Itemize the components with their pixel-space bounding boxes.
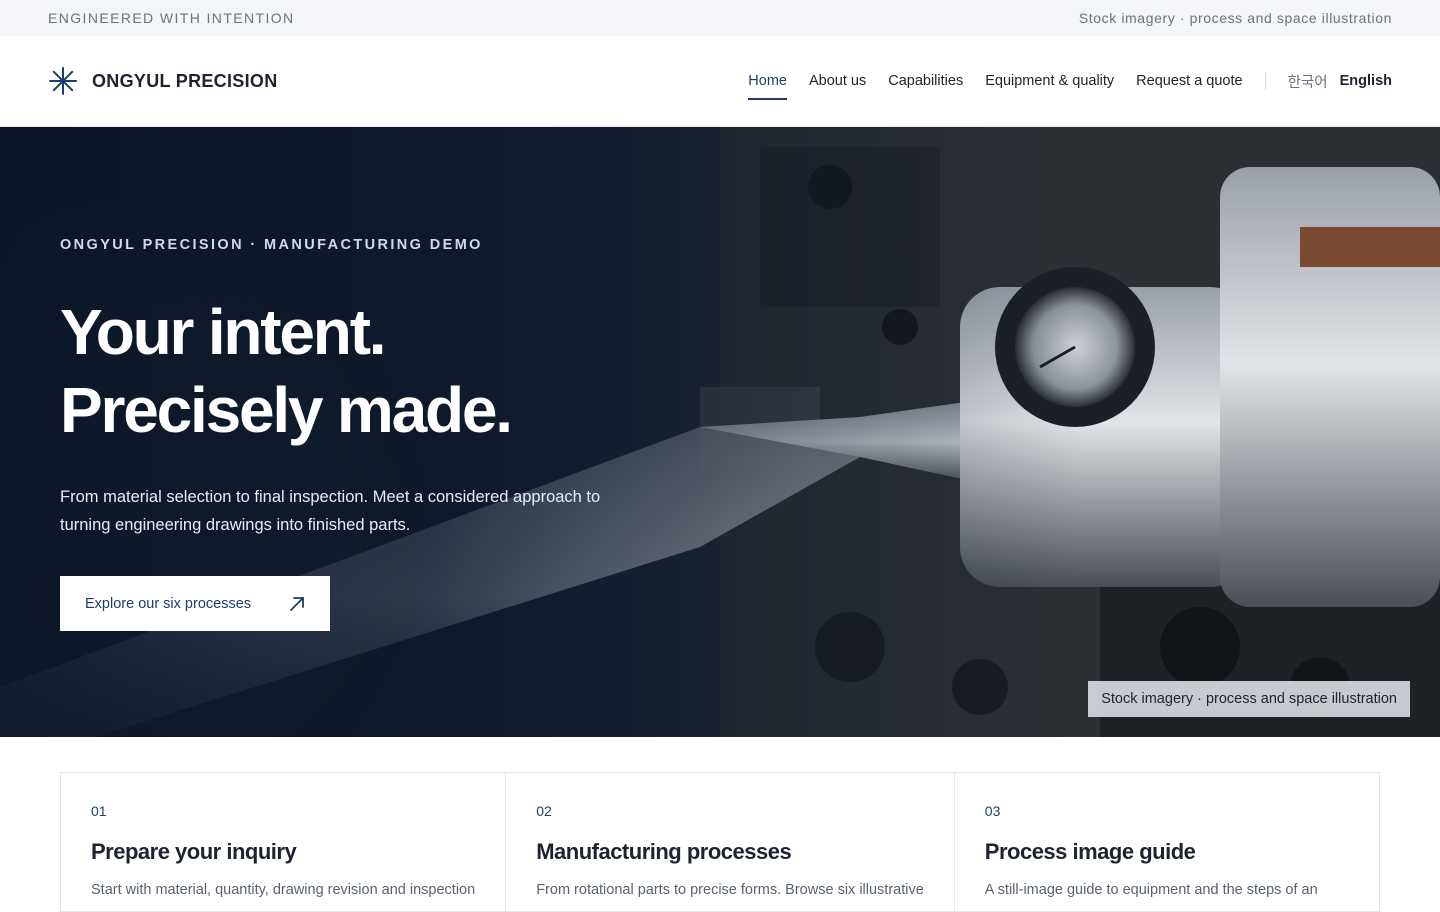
card-title: Process image guide: [984, 839, 1196, 864]
card-process-image-guide[interactable]: 03 Process image guide A still-image gui…: [955, 773, 1379, 911]
nav-about-us[interactable]: About us: [809, 64, 866, 98]
hero-eyebrow: ONGYUL PRECISION · MANUFACTURING DEMO: [60, 237, 483, 253]
card-text: Start with material, quantity, drawing r…: [91, 882, 476, 898]
tagline: ENGINEERED WITH INTENTION: [48, 10, 295, 26]
hero-description: From material selection to final inspect…: [60, 488, 601, 534]
nav-home[interactable]: Home: [748, 64, 787, 100]
card-number: 03: [984, 803, 1001, 819]
utility-bar: ENGINEERED WITH INTENTION Stock imagery …: [0, 0, 1440, 36]
language-english[interactable]: English: [1340, 73, 1392, 89]
card-manufacturing-processes[interactable]: 02 Manufacturing processes From rotation…: [506, 773, 955, 911]
asterisk-logo-icon: [49, 67, 77, 95]
card-number: 01: [91, 803, 107, 819]
hero-section: ONGYUL PRECISION · MANUFACTURING DEMO Yo…: [0, 127, 1440, 737]
main-nav: Home About us Capabilities Equipment & q…: [726, 64, 1392, 100]
card-text: From rotational parts to precise forms. …: [536, 882, 924, 898]
cta-label: Explore our six processes: [85, 595, 252, 612]
arrow-up-right-icon: [290, 596, 304, 611]
image-credit-caption: Stock imagery · process and space illust…: [1088, 681, 1410, 717]
headline-line-1: Your intent.: [60, 296, 387, 368]
card-prepare-inquiry[interactable]: 01 Prepare your inquiry Start with mater…: [61, 773, 507, 911]
brand-name: ONGYUL PRECISION: [92, 70, 278, 91]
headline-line-2: Precisely made.: [60, 374, 513, 446]
site-header: ONGYUL PRECISION Home About us Capabilit…: [0, 36, 1440, 127]
card-title: Manufacturing processes: [536, 839, 792, 864]
brand-logo-link[interactable]: ONGYUL PRECISION: [48, 66, 278, 96]
card-title: Prepare your inquiry: [91, 839, 297, 864]
hero-headline: Your intent. Precisely made.: [60, 293, 680, 449]
explore-processes-button[interactable]: Explore our six processes: [60, 576, 331, 631]
nav-equipment-quality[interactable]: Equipment & quality: [985, 64, 1114, 98]
nav-request-quote[interactable]: Request a quote: [1136, 64, 1242, 98]
nav-capabilities[interactable]: Capabilities: [888, 64, 963, 98]
hero-content: ONGYUL PRECISION · MANUFACTURING DEMO Yo…: [60, 237, 680, 631]
language-korean[interactable]: 한국어: [1288, 71, 1328, 92]
card-number: 02: [536, 803, 552, 819]
nav-divider: [1264, 72, 1266, 90]
card-text: A still-image guide to equipment and the…: [984, 882, 1318, 898]
imagery-note: Stock imagery · process and space illust…: [1078, 10, 1392, 26]
feature-cards: 01 Prepare your inquiry Start with mater…: [60, 772, 1380, 912]
